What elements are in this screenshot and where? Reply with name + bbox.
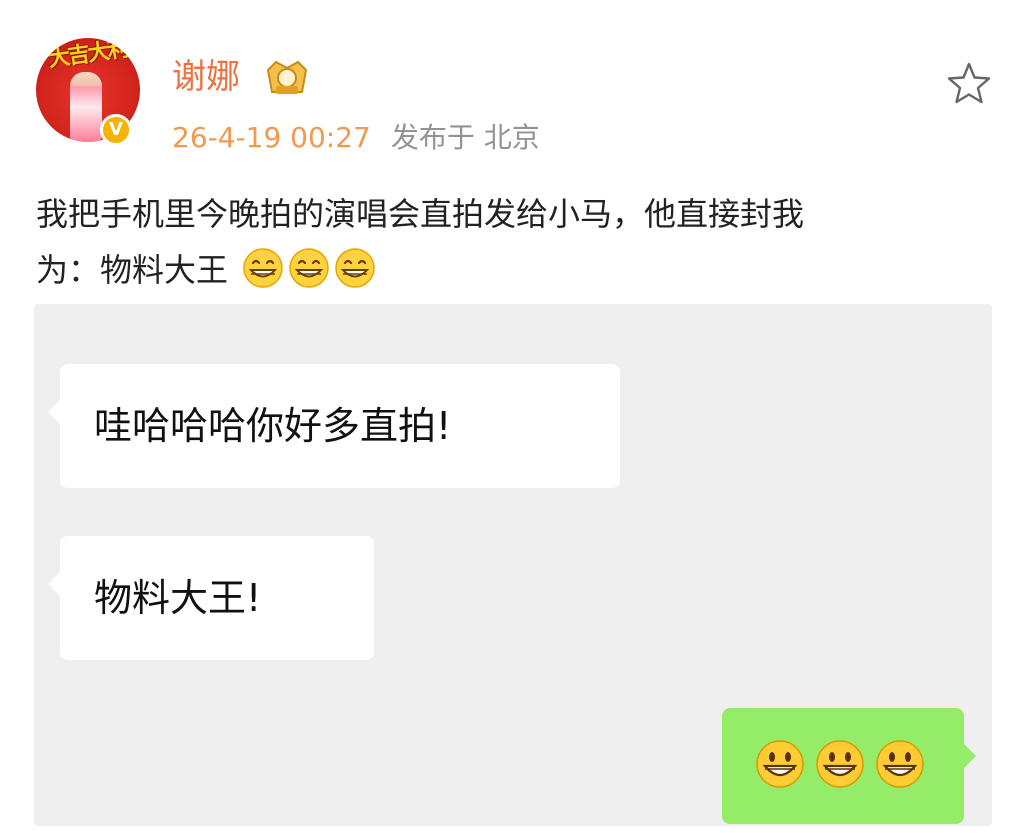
post-text-line-2: 为：物料大王: [36, 242, 996, 298]
post-location: 发布于 北京: [390, 121, 540, 154]
smile-emoji-icon: [816, 740, 864, 788]
grin-emoji-icon: [243, 248, 283, 288]
post-meta: 26-4-19 00:27 发布于 北京: [172, 116, 540, 160]
smile-emoji-icon: [756, 740, 804, 788]
smile-emoji-icon: [876, 740, 924, 788]
grin-emoji-icon: [335, 248, 375, 288]
author-name[interactable]: 谢娜: [172, 52, 240, 102]
avatar-banner-art: 大吉大利: [46, 38, 130, 73]
star-icon[interactable]: [946, 60, 992, 106]
member-level-badge-icon[interactable]: [262, 58, 312, 98]
grin-emoji-icon: [289, 248, 329, 288]
post-text-line-1: 我把手机里今晚拍的演唱会直拍发给小马，他直接封我: [36, 195, 805, 233]
post-time: 26-4-19 00:27: [172, 121, 371, 154]
emoji-row: [754, 738, 926, 794]
chat-bubble-incoming: 哇哈哈哈你好多直拍!: [48, 364, 620, 488]
chat-bubble-outgoing: [722, 708, 976, 824]
post-text-line-2-text: 为：物料大王: [36, 251, 229, 289]
verified-badge-icon: V: [100, 114, 132, 146]
chat-bubble-incoming: 物料大王!: [48, 536, 374, 660]
post-text: 我把手机里今晚拍的演唱会直拍发给小马，他直接封我 为：物料大王: [36, 186, 996, 298]
avatar-figure: [70, 72, 102, 142]
chat-screenshot-image[interactable]: 哇哈哈哈你好多直拍! 物料大王!: [34, 304, 992, 826]
